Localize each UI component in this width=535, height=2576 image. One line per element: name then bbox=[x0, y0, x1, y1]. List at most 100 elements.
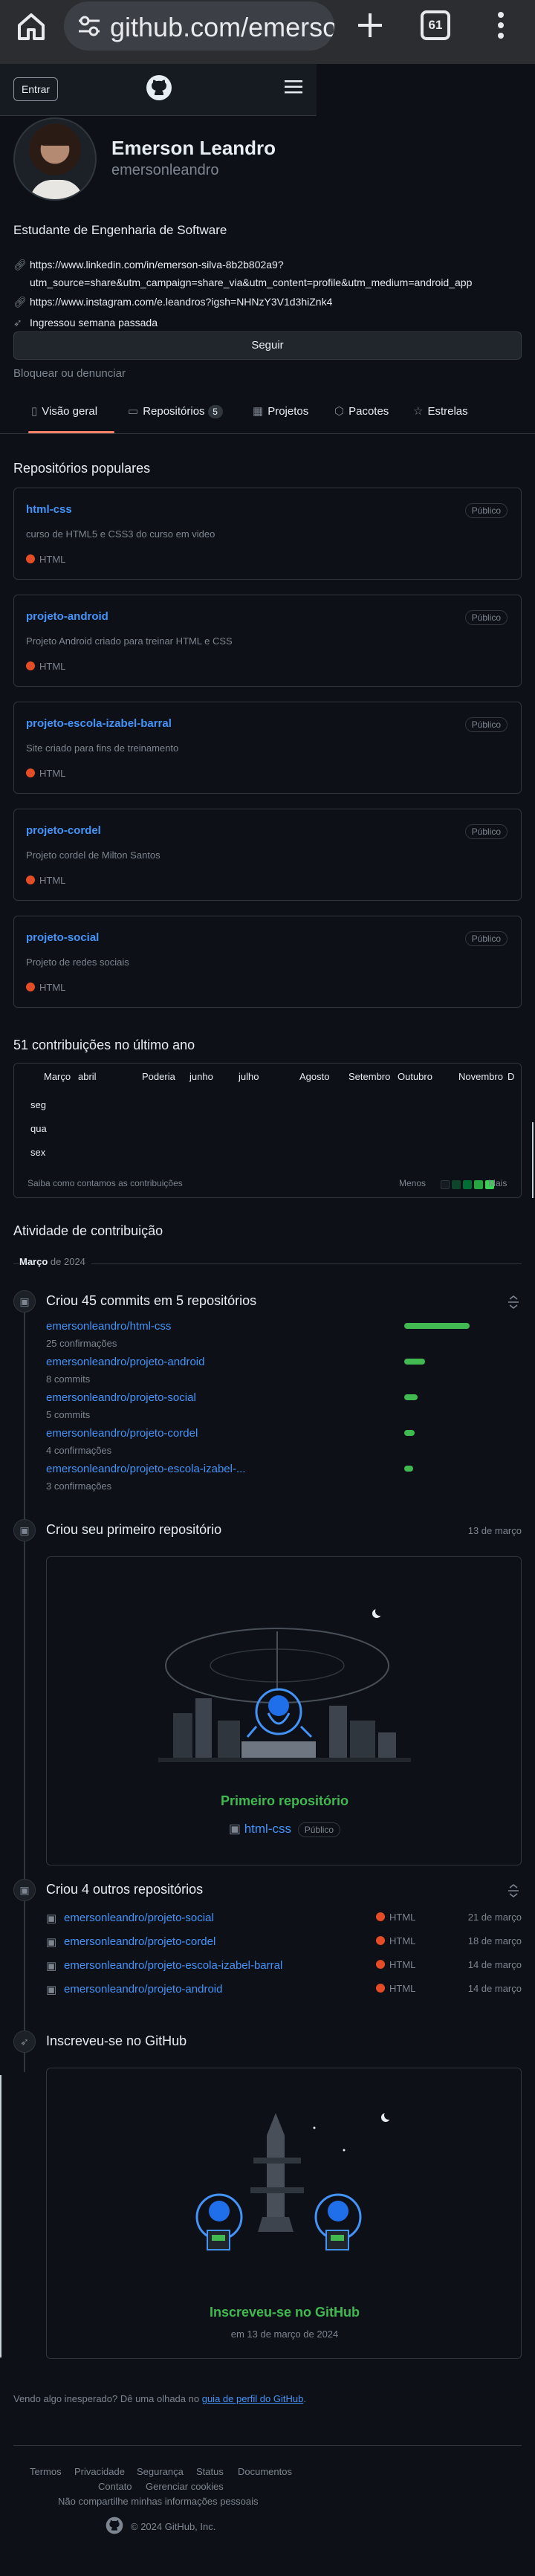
month-label: Novembro bbox=[458, 1071, 503, 1082]
repo-card: projeto-cordel Público Projeto cordel de… bbox=[13, 809, 522, 901]
month-label: Setembro bbox=[348, 1071, 391, 1082]
tab-switcher-button[interactable]: 61 bbox=[421, 10, 450, 40]
tab-projects[interactable]: ▦ Projetos bbox=[253, 404, 308, 418]
joined-title: Inscreveu-se no GitHub bbox=[46, 2033, 187, 2048]
sign-in-button[interactable]: Entrar bbox=[13, 77, 58, 101]
repo-icon: ▣ bbox=[46, 1984, 57, 1996]
table-icon: ▦ bbox=[253, 405, 264, 418]
commit-bar bbox=[404, 1323, 470, 1329]
profile-guide-link[interactable]: guia de perfil do GitHub bbox=[202, 2393, 304, 2404]
tab-packages[interactable]: ⬡ Pacotes bbox=[334, 404, 389, 418]
linkedin-url-line1[interactable]: https://www.linkedin.com/in/emerson-silv… bbox=[30, 259, 284, 271]
repo-card: html-css Público curso de HTML5 e CSS3 d… bbox=[13, 488, 522, 580]
contribution-calendar: Março abril Poderia junho julho Agosto S… bbox=[13, 1063, 522, 1198]
repo-card: projeto-escola-izabel-barral Público Sit… bbox=[13, 702, 522, 794]
month-label: Poderia bbox=[142, 1071, 175, 1082]
footer-docs[interactable]: Documentos bbox=[238, 2466, 292, 2477]
repo-language: HTML bbox=[26, 875, 65, 886]
commit-repo-link[interactable]: emersonleandro/projeto-escola-izabel-... bbox=[46, 1463, 245, 1475]
profile-tabs: ▯ Visão geral ▭ Repositórios 5 ▦ Projetos ⬡ P… bbox=[0, 394, 535, 434]
site-settings-icon[interactable] bbox=[77, 15, 101, 37]
footer-cookies[interactable]: Gerenciar cookies bbox=[146, 2481, 224, 2492]
legend-more: Mais bbox=[488, 1178, 508, 1188]
linkedin-url-line2[interactable]: utm_source=share&utm_campaign=share_via&… bbox=[30, 274, 472, 291]
repo-name-link[interactable]: html-css bbox=[26, 503, 72, 516]
visibility-badge: Público bbox=[464, 824, 508, 839]
linkedin-link-row[interactable]: 🔗︎ https://www.linkedin.com/in/emerson-si… bbox=[13, 256, 284, 274]
activity-year: de 2024 bbox=[50, 1256, 85, 1267]
created-repo-link[interactable]: emersonleandro/projeto-escola-izabel-bar… bbox=[64, 1959, 282, 1972]
more-menu-icon[interactable] bbox=[493, 10, 508, 40]
block-report-link[interactable]: Bloquear ou denunciar bbox=[13, 367, 126, 380]
tab-stars[interactable]: ☆ Estrelas bbox=[413, 404, 468, 418]
joined-card-title: Inscreveu-se no GitHub bbox=[209, 2305, 360, 2320]
address-bar[interactable]: github.com/emersonle bbox=[64, 1, 334, 51]
created-repo-link[interactable]: emersonleandro/projeto-android bbox=[64, 1983, 222, 1996]
tab-repositories[interactable]: ▭ Repositórios 5 bbox=[128, 404, 223, 418]
commit-repo-link[interactable]: emersonleandro/projeto-cordel bbox=[46, 1427, 198, 1440]
footer-terms[interactable]: Termos bbox=[30, 2466, 62, 2477]
created-repo-link[interactable]: emersonleandro/projeto-social bbox=[64, 1912, 214, 1924]
footer-privacy[interactable]: Privacidade bbox=[74, 2466, 125, 2477]
first-repo-link[interactable]: html-css bbox=[244, 1822, 291, 1836]
follow-button[interactable]: Seguir bbox=[13, 331, 522, 360]
created-repo-row: ▣ emersonleandro/projeto-cordel HTML 18 de … bbox=[46, 1931, 522, 1955]
unexpected-text: Vendo algo inesperado? Dê uma olhada no bbox=[13, 2393, 200, 2404]
tab-overview[interactable]: ▯ Visão geral bbox=[31, 404, 97, 418]
commit-repo-link[interactable]: emersonleandro/projeto-social bbox=[46, 1391, 196, 1404]
avatar[interactable] bbox=[13, 117, 97, 201]
visibility-badge: Público bbox=[297, 1822, 341, 1837]
repo-description: Projeto Android criado para treinar HTML… bbox=[26, 635, 233, 647]
commit-bar bbox=[404, 1394, 418, 1400]
octocat-space-illustration bbox=[158, 1607, 411, 1762]
home-icon[interactable] bbox=[15, 10, 48, 43]
github-footer-logo-icon[interactable] bbox=[106, 2517, 123, 2534]
commit-repo-link[interactable]: emersonleandro/projeto-android bbox=[46, 1356, 204, 1368]
language-color-dot bbox=[26, 661, 35, 670]
repo-language-label: HTML bbox=[39, 768, 66, 779]
footer-no-share[interactable]: Não compartilhe minhas informações pesso… bbox=[58, 2496, 259, 2507]
scrollbar[interactable] bbox=[532, 1122, 534, 1198]
tab-repositories-label: Repositórios bbox=[143, 405, 205, 418]
guide-end: . bbox=[303, 2393, 306, 2404]
footer-status[interactable]: Status bbox=[196, 2466, 224, 2477]
fold-icon[interactable] bbox=[508, 1295, 519, 1310]
visibility-badge: Público bbox=[464, 717, 508, 732]
joined-card-date: em 13 de março de 2024 bbox=[230, 2329, 339, 2340]
active-tab-indicator bbox=[28, 431, 114, 433]
fold-icon[interactable] bbox=[508, 1883, 519, 1898]
instagram-url[interactable]: https://www.instagram.com/e.leandros?igs… bbox=[30, 296, 332, 308]
repo-description: curso de HTML5 e CSS3 do curso em video bbox=[26, 528, 215, 540]
commit-count: 8 commits bbox=[46, 1373, 91, 1385]
month-label: julho bbox=[239, 1071, 259, 1082]
repo-name-link[interactable]: projeto-escola-izabel-barral bbox=[26, 717, 172, 730]
repo-language-label: HTML bbox=[39, 875, 66, 886]
hamburger-menu-icon[interactable] bbox=[284, 79, 303, 95]
repo-language-label: HTML bbox=[389, 1935, 416, 1946]
repositories-count-badge: 5 bbox=[207, 405, 223, 418]
new-tab-icon[interactable] bbox=[355, 10, 385, 40]
weekday-label: sex bbox=[30, 1147, 46, 1158]
commit-count: 5 commits bbox=[46, 1409, 91, 1420]
link-icon: 🔗︎ bbox=[13, 296, 27, 308]
repo-description: Projeto de redes sociais bbox=[26, 957, 129, 968]
repo-card: projeto-android Público Projeto Android … bbox=[13, 595, 522, 687]
repo-language-label: HTML bbox=[389, 1912, 416, 1923]
first-repo-link-row: ▣ html-css Público bbox=[47, 1822, 521, 1837]
repo-name-link[interactable]: projeto-cordel bbox=[26, 824, 101, 837]
footer-contact[interactable]: Contato bbox=[98, 2481, 132, 2492]
repo-name-link[interactable]: projeto-social bbox=[26, 931, 99, 944]
contribution-help-link[interactable]: Saiba como contamos as contribuições bbox=[27, 1178, 183, 1188]
repo-language-label: HTML bbox=[39, 554, 66, 565]
commit-repo-link[interactable]: emersonleandro/html-css bbox=[46, 1320, 171, 1333]
instagram-link-row[interactable]: 🔗︎ https://www.instagram.com/e.leandros?i… bbox=[13, 293, 332, 311]
tab-projects-label: Projetos bbox=[268, 405, 309, 418]
created-repo-date: 18 de março bbox=[467, 1935, 522, 1946]
repo-name-link[interactable]: projeto-android bbox=[26, 610, 108, 623]
activity-month: Março bbox=[19, 1256, 48, 1267]
repo-language: HTML bbox=[376, 1912, 415, 1923]
created-repo-link[interactable]: emersonleandro/projeto-cordel bbox=[64, 1935, 215, 1948]
github-logo-icon[interactable] bbox=[146, 74, 172, 101]
scrollbar[interactable] bbox=[0, 2075, 1, 2357]
footer-security[interactable]: Segurança bbox=[137, 2466, 184, 2477]
